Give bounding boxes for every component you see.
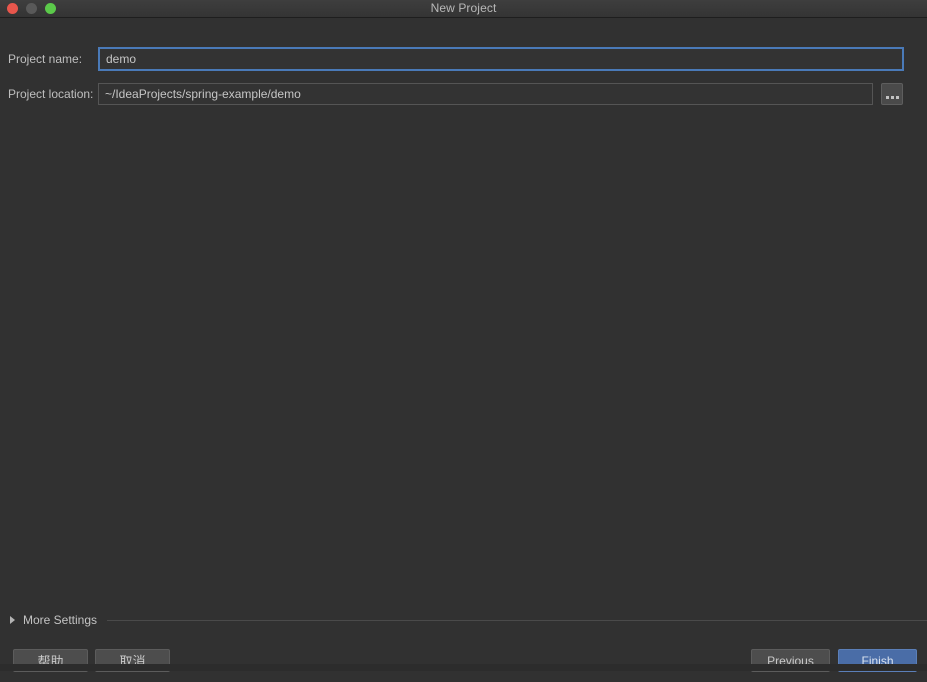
project-location-input[interactable] [98, 83, 873, 105]
ellipsis-dot-icon [890, 96, 894, 99]
more-settings-label: More Settings [23, 613, 98, 627]
window-titlebar: New Project [0, 0, 927, 18]
close-window-button[interactable] [7, 3, 18, 14]
dialog-button-bar: 帮助 取消 Previous Finish [0, 636, 927, 682]
chevron-right-icon[interactable] [10, 616, 15, 624]
ellipsis-dot-icon [885, 96, 889, 99]
browse-folder-button[interactable] [881, 83, 903, 105]
project-name-row: Project name: [0, 47, 927, 71]
project-location-label: Project location: [8, 87, 94, 101]
window-title: New Project [430, 1, 497, 15]
window-bottom-edge [0, 664, 927, 671]
project-location-row: Project location: [0, 83, 927, 105]
dialog-body: Project name: Project location: More Set… [0, 18, 927, 672]
new-project-dialog: New Project Project name: Project locati… [0, 0, 927, 672]
project-name-label: Project name: [8, 52, 83, 66]
project-name-input[interactable] [98, 47, 904, 71]
window-controls [7, 0, 56, 17]
more-settings-section[interactable]: More Settings [0, 612, 927, 628]
maximize-window-button[interactable] [45, 3, 56, 14]
ellipsis-dot-icon [895, 96, 899, 99]
section-divider [107, 619, 927, 621]
minimize-window-button[interactable] [26, 3, 37, 14]
